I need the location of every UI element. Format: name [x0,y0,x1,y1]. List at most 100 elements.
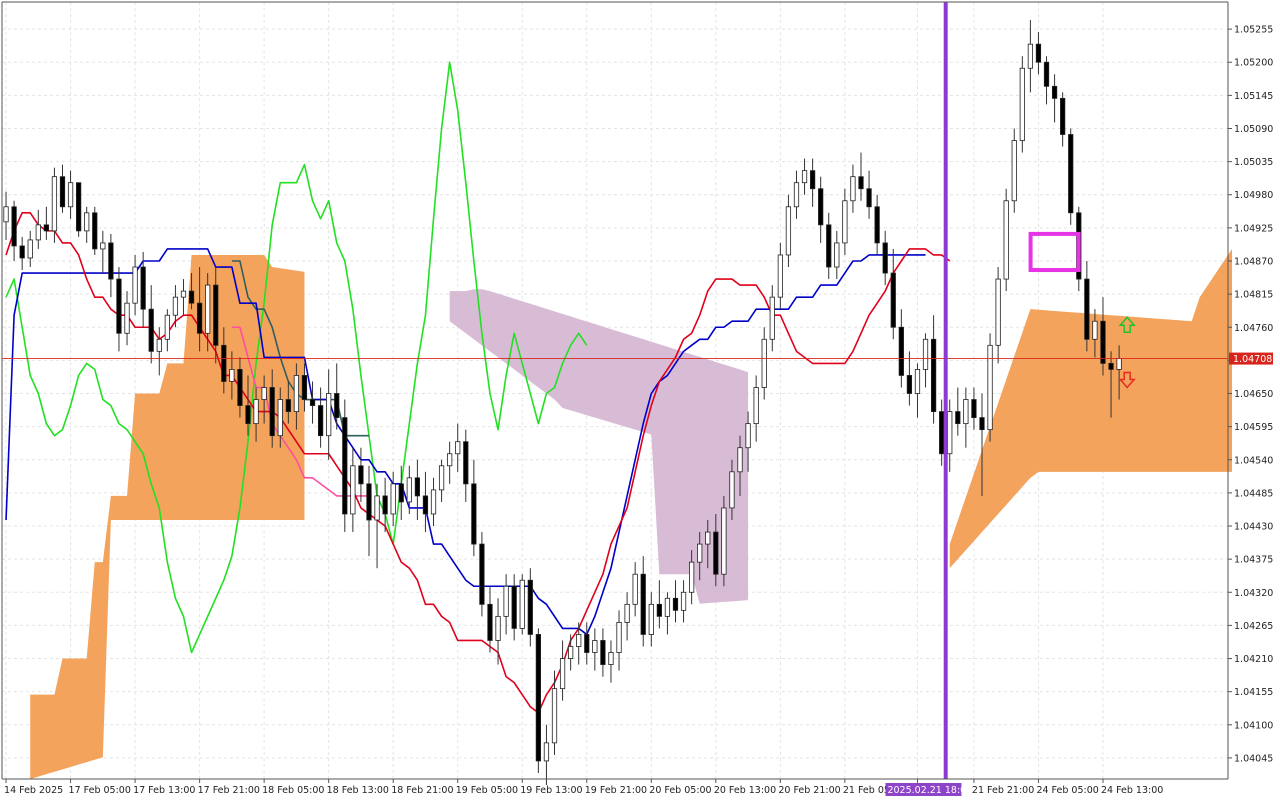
x-tick-label: 17 Feb 21:00 [198,785,260,796]
candle-body [947,411,953,455]
candle-body [293,375,300,412]
candle-body [761,338,767,388]
candle-body [906,375,913,394]
candlestick [1011,128,1017,213]
candle-body [713,531,719,575]
candle-body [455,441,461,455]
candle-body [140,266,146,310]
y-tick-label: 1.04980 [1234,190,1273,201]
y-tick-label: 1.04045 [1234,753,1273,764]
candle-body [430,489,437,515]
candle-body [785,206,792,256]
current-price-label: 1.04708 [1233,354,1272,365]
candle-body [592,640,598,653]
candle-body [358,465,364,485]
candle-body [576,634,582,647]
candle-body [826,224,832,268]
candle-body [616,621,622,653]
candle-body [584,634,590,653]
candle-body [850,176,856,202]
candle-body [1116,358,1122,370]
candle-body [334,393,340,419]
y-tick-label: 1.04760 [1234,323,1273,334]
candle-body [1043,61,1050,87]
candle-body [543,742,550,762]
candle-body [1092,320,1098,340]
y-tick-label: 1.04540 [1234,455,1273,466]
candle-body [43,224,49,232]
candle-body [277,399,283,437]
candle-body [229,369,235,382]
candle-body [27,239,33,259]
price-and-time-badges: 1.04708 [1229,352,1273,365]
x-tick-label: 17 Feb 05:00 [69,785,131,796]
candle-body [51,176,58,232]
candle-body [955,411,961,425]
candle-body [100,242,106,250]
y-tick-label: 1.05035 [1234,157,1273,168]
chart-container: 1.05255 1.05200 1.05145 1.05090 1.05035 1.049… [0,0,1280,800]
candle-body [963,399,969,425]
candle-body [1019,67,1025,141]
candle-body [59,176,66,208]
candlestick [519,574,525,635]
candle-body [721,507,727,575]
candle-body [350,465,356,515]
candle-body [67,182,74,208]
candle-body [1108,362,1114,370]
candle-body [689,561,695,593]
candle-body [188,290,195,304]
candle-body [874,206,880,244]
x-tick-label: 20 Feb 13:00 [714,785,776,796]
candle-body [479,543,485,605]
candle-body [261,387,267,400]
x-tick-label: 14 Feb 2025 [4,785,63,796]
candle-body [164,314,170,340]
candle-body [511,585,517,629]
candlestick [342,399,348,533]
candle-body [148,308,154,352]
candle-body [519,579,525,629]
candle-body [84,212,90,232]
candle-body [971,399,977,419]
candle-body [930,338,937,412]
candlestick [721,495,727,587]
candle-body [842,200,848,244]
candle-body [648,603,654,635]
y-tick-label: 1.04815 [1234,290,1273,301]
candle-body [922,338,929,370]
candle-body [213,284,219,346]
candle-body [1035,43,1042,63]
candle-body [1068,134,1074,214]
candle-body [156,338,162,352]
candle-body [301,375,308,400]
y-tick-label: 1.04320 [1234,588,1273,599]
x-tick-label: 21 Feb 21:00 [972,785,1034,796]
candle-body [205,284,211,334]
y-tick-label: 1.05145 [1234,91,1273,102]
candle-body [374,495,380,521]
y-tick-label: 1.04100 [1234,720,1273,731]
ichimoku-chart[interactable]: 1.05255 1.05200 1.05145 1.05090 1.05035 1.049… [0,0,1280,800]
y-tick-label: 1.04210 [1234,654,1273,665]
candle-body [398,483,404,503]
candle-body [414,477,421,497]
candle-body [487,603,493,641]
y-tick-label: 1.04155 [1234,687,1273,698]
candle-body [600,640,606,665]
candle-body [11,206,17,247]
x-tick-label: 19 Feb 05:00 [456,785,518,796]
candle-body [382,495,388,515]
candle-body [1011,140,1017,202]
candle-body [180,290,187,298]
x-tick-label: 20 Feb 05:00 [649,785,711,796]
candle-body [608,652,614,665]
x-tick-label: 19 Feb 21:00 [585,785,647,796]
candle-body [890,272,896,328]
candle-body [269,387,275,437]
candle-body [422,495,429,515]
candle-body [3,206,9,223]
candle-body [19,245,25,259]
x-tick-label: 18 Feb 13:00 [327,785,389,796]
candle-body [834,242,840,268]
